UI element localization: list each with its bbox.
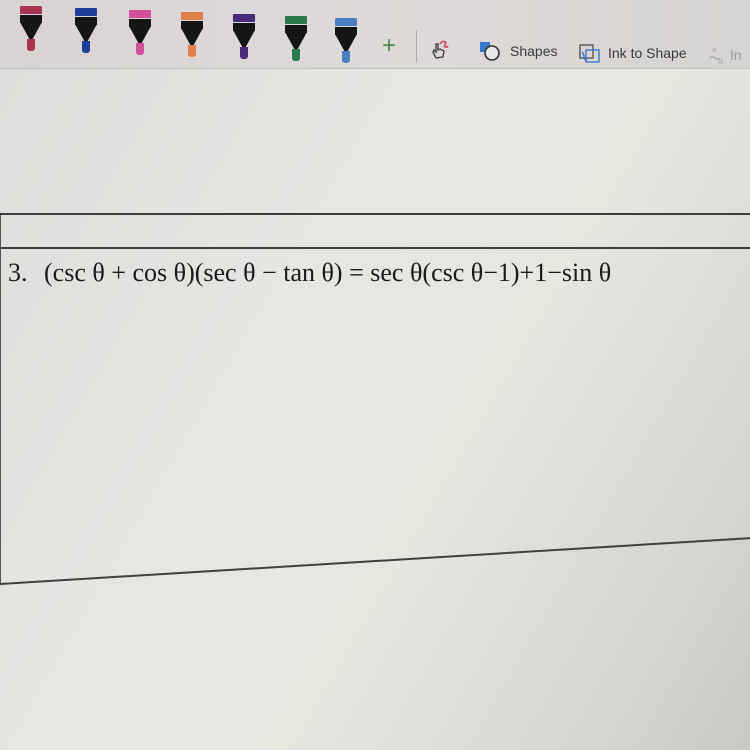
svg-text:a: a xyxy=(712,45,717,54)
ink-to-text-label: In xyxy=(730,47,742,63)
shapes-button[interactable]: Shapes xyxy=(478,40,557,62)
pen-tip xyxy=(136,43,144,55)
pen-purple[interactable] xyxy=(232,14,256,62)
pen-light-blue[interactable] xyxy=(334,18,358,66)
problem-equation: (csc θ + cos θ)(sec θ − tan θ) = sec θ(c… xyxy=(44,258,612,287)
lasso-hand-icon xyxy=(432,40,449,59)
pen-cap xyxy=(20,6,42,14)
pen-blue[interactable] xyxy=(74,8,98,56)
pen-maroon[interactable] xyxy=(19,6,43,54)
lasso-select-button[interactable] xyxy=(428,38,450,60)
pen-tip xyxy=(292,49,300,61)
draw-toolbar: + Shapes Ink to Shape a a In xyxy=(0,0,750,69)
shapes-icon xyxy=(480,42,500,61)
pen-tip xyxy=(82,41,90,53)
pen-pink[interactable] xyxy=(128,10,152,58)
cell-border-left xyxy=(0,215,1,585)
problem-number: 3. xyxy=(8,258,28,287)
cell-border-top xyxy=(0,213,750,215)
pen-cap xyxy=(335,18,357,26)
ink-to-shape-button[interactable]: Ink to Shape xyxy=(578,42,687,64)
pen-tip xyxy=(27,39,35,51)
ink-to-shape-label: Ink to Shape xyxy=(608,45,687,61)
pen-tip xyxy=(240,47,248,59)
pen-cap xyxy=(233,14,255,22)
problem-3: 3. (csc θ + cos θ)(sec θ − tan θ) = sec … xyxy=(8,258,611,288)
toolbar-separator xyxy=(416,30,417,62)
pen-tip xyxy=(188,45,196,57)
pen-cap xyxy=(129,10,151,18)
pen-cap xyxy=(285,16,307,24)
ink-to-text-button[interactable]: a a In xyxy=(708,44,742,66)
pen-tip xyxy=(342,51,350,63)
pen-green[interactable] xyxy=(284,16,308,64)
ink-to-shape-icon xyxy=(579,44,600,63)
pen-orange[interactable] xyxy=(180,12,204,60)
pen-cap xyxy=(75,8,97,16)
add-pen-button[interactable]: + xyxy=(382,34,396,58)
cell-border-problem xyxy=(0,247,750,249)
cell-border-bottom xyxy=(0,536,750,585)
svg-text:a: a xyxy=(718,56,723,66)
ink-to-text-icon: a a xyxy=(709,45,723,66)
shapes-label: Shapes xyxy=(510,43,558,59)
pen-cap xyxy=(181,12,203,20)
